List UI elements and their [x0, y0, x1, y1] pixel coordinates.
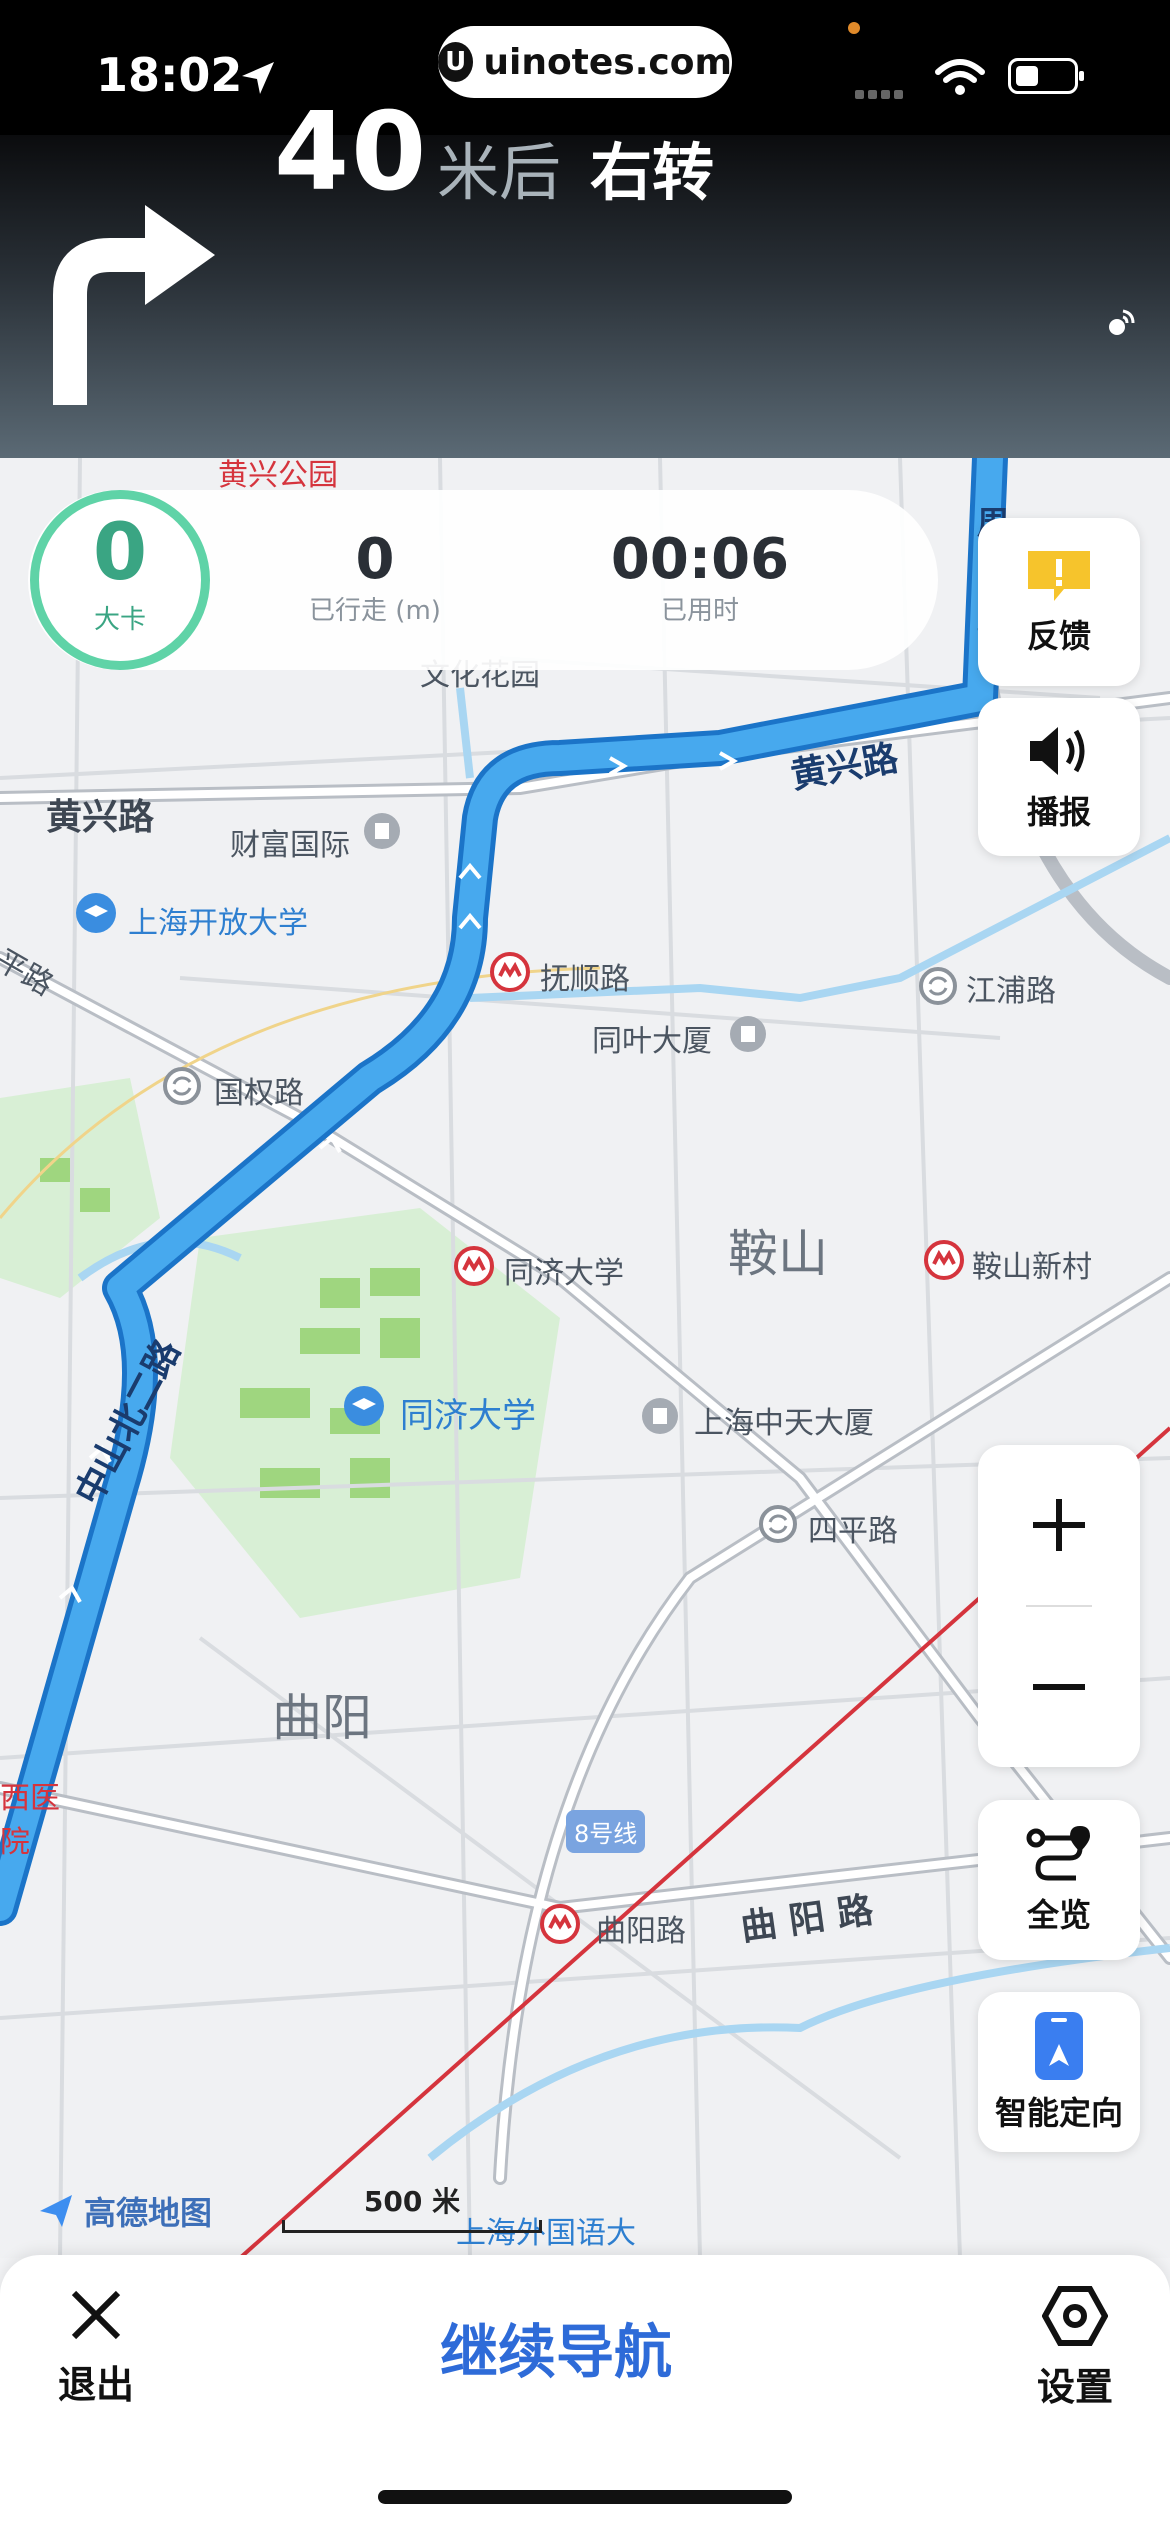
- poi-hospital: 西医 院: [0, 1781, 60, 1860]
- map-brand: 高德地图: [36, 2188, 212, 2234]
- brand-text: 高德地图: [84, 2194, 213, 2232]
- url-pill[interactable]: U uinotes.com: [438, 26, 732, 98]
- stat-elapsed: 00:06 已用时: [600, 530, 800, 627]
- zoom-control: [978, 1445, 1140, 1767]
- building-icon: [364, 813, 400, 849]
- settings-button[interactable]: 设置: [1020, 2285, 1130, 2411]
- poi-caifu-intl: 财富国际: [230, 828, 350, 863]
- walked-label: 已行走 (m): [309, 596, 441, 626]
- turn-distance: 40: [274, 90, 429, 215]
- scale-bar: [282, 2220, 542, 2233]
- poi-guoquan-rd: 国权路: [214, 1076, 304, 1111]
- metro-anshan-xincun: 鞍山新村: [972, 1250, 1092, 1285]
- metro-fushun-rd: 抚顺路: [540, 962, 630, 997]
- road-label-huangxing: 黄兴路: [46, 797, 155, 838]
- location-arrow-icon: [238, 58, 278, 102]
- interchange-icon: [163, 1067, 201, 1105]
- phone-locate-icon: [1035, 2012, 1083, 2080]
- cellular-signal-icon: [855, 84, 907, 103]
- settings-label: 设置: [1036, 2365, 1113, 2409]
- plus-icon: [1033, 1499, 1085, 1551]
- feedback-label: 反馈: [1026, 617, 1091, 655]
- scale-label: 500 米: [363, 2185, 461, 2218]
- turn-instruction-panel: [0, 135, 1170, 458]
- zoom-in-button[interactable]: [978, 1445, 1140, 1605]
- broadcast-button[interactable]: 播报: [978, 698, 1140, 856]
- calorie-ring: 0 大卡: [30, 490, 210, 670]
- wifi-icon: [934, 58, 986, 102]
- poi-siping-rd: 四平路: [808, 1514, 898, 1549]
- smart-locate-button[interactable]: 智能定向: [978, 1992, 1140, 2152]
- building-icon: [730, 1016, 766, 1052]
- turn-action: 右转: [590, 136, 715, 209]
- amap-logo-icon: [40, 2195, 72, 2227]
- metro-icon: [540, 1904, 580, 1944]
- metro-tongji-univ: 同济大学: [504, 1256, 624, 1291]
- turn-distance-unit: 米后: [437, 136, 562, 209]
- privacy-indicator: [848, 22, 860, 34]
- metro-quyang-rd: 曲阳路: [596, 1914, 686, 1949]
- metro-icon: [454, 1246, 494, 1286]
- broadcast-label: 播报: [1026, 793, 1091, 831]
- url-text: uinotes.com: [483, 41, 732, 83]
- feedback-button[interactable]: 反馈: [978, 518, 1140, 686]
- poi-tongye-building: 同叶大厦: [592, 1024, 712, 1059]
- exit-label: 退出: [57, 2363, 134, 2407]
- district-quyang: 曲阳: [272, 1689, 372, 1747]
- elapsed-label: 已用时: [660, 596, 739, 626]
- overview-label: 全览: [1026, 1896, 1091, 1934]
- school-icon: [76, 893, 116, 933]
- continue-navigation-button[interactable]: 继续导航: [440, 2305, 672, 2389]
- smart-locate-label: 智能定向: [994, 2094, 1123, 2132]
- status-bar: 18:02 U uinotes.com: [0, 0, 1170, 135]
- poi-tongji-univ: 同济大学: [400, 1396, 536, 1436]
- battery-icon: [1008, 58, 1084, 94]
- site-logo-icon: U: [438, 42, 474, 82]
- school-icon: [344, 1386, 384, 1426]
- district-anshan: 鞍山: [728, 1225, 828, 1283]
- poi-huangxing-park: 黄兴公园: [218, 458, 338, 493]
- gps-signal-icon: [1103, 305, 1139, 345]
- zoom-out-button[interactable]: [978, 1607, 1140, 1767]
- exit-button[interactable]: 退出: [46, 2285, 146, 2409]
- stat-walked: 0 已行走 (m): [300, 530, 450, 627]
- poi-zhongtian-building: 上海中天大厦: [694, 1406, 874, 1441]
- overview-button[interactable]: 全览: [978, 1800, 1140, 1960]
- status-time: 18:02: [96, 48, 243, 102]
- calorie-unit: 大卡: [93, 605, 146, 635]
- close-icon: [71, 2290, 121, 2340]
- interchange-icon: [919, 967, 957, 1005]
- metro-line-8-badge: 8号线: [566, 1810, 646, 1853]
- building-icon: [642, 1398, 678, 1434]
- poi-jiangpu-rd: 江浦路: [966, 974, 1056, 1009]
- settings-hexagon-icon: [1041, 2286, 1109, 2346]
- elapsed-value: 00:06: [610, 527, 790, 592]
- map-scale: 500 米: [282, 2180, 542, 2233]
- minus-icon: [1033, 1684, 1085, 1690]
- calorie-value: 0: [92, 508, 148, 598]
- interchange-icon: [759, 1505, 797, 1543]
- route-overview-icon: [1026, 1826, 1090, 1881]
- metro-icon: [490, 952, 530, 992]
- home-indicator[interactable]: [378, 2490, 792, 2504]
- speaker-icon: [1030, 727, 1085, 775]
- feedback-icon: [1028, 551, 1090, 601]
- metro-icon: [924, 1240, 964, 1280]
- turn-right-arrow-icon: [50, 195, 220, 419]
- walked-value: 0: [355, 527, 395, 592]
- poi-open-university: 上海开放大学: [128, 906, 308, 941]
